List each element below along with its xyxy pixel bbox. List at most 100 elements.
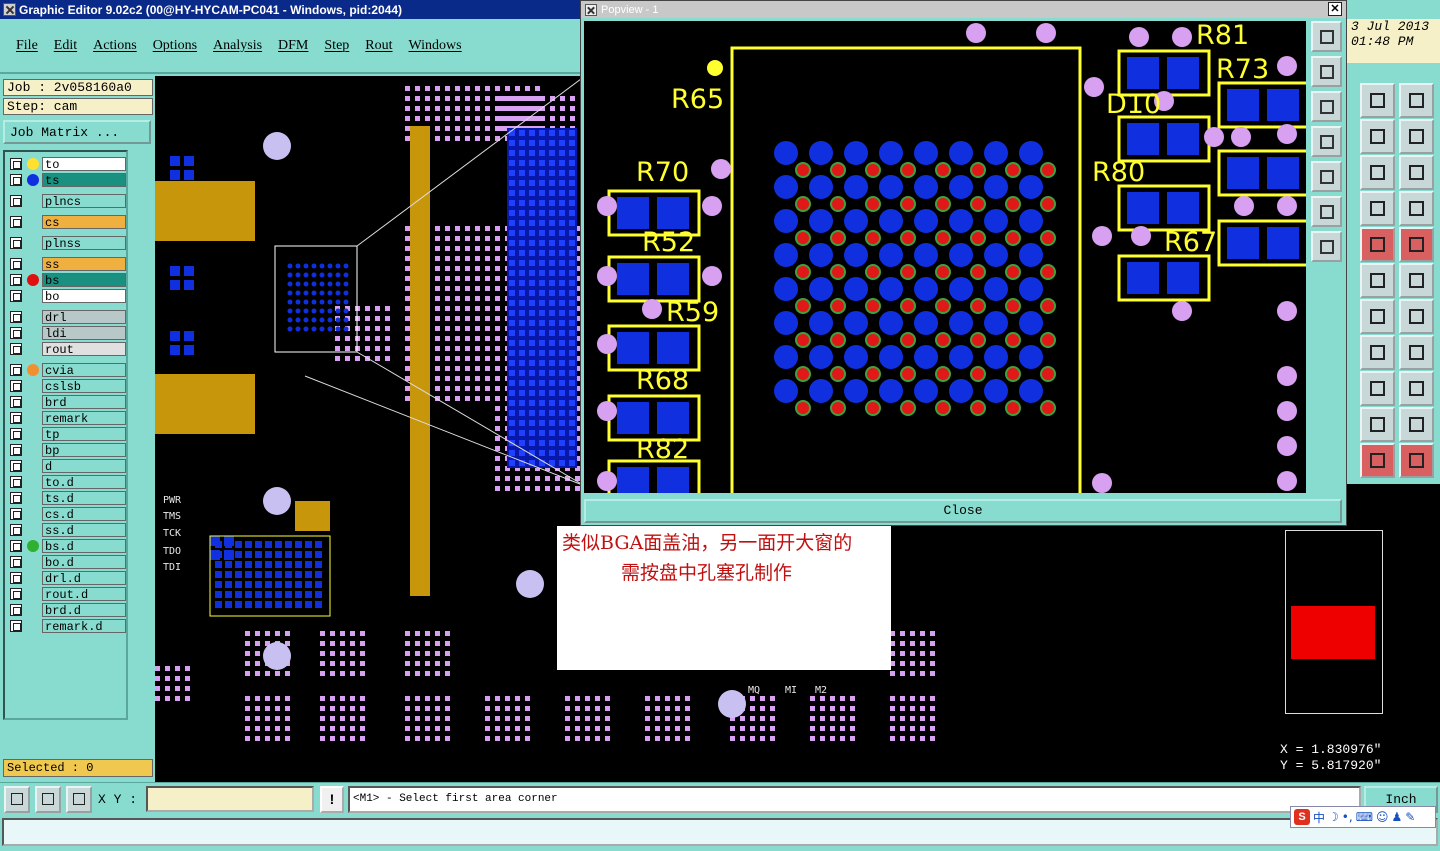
layer-checkbox[interactable] — [10, 237, 22, 249]
layer-name[interactable]: bp — [42, 443, 126, 458]
layer-checkbox[interactable] — [10, 380, 22, 392]
layer-name[interactable]: ss.d — [42, 523, 126, 538]
layer-checkbox[interactable] — [10, 311, 22, 323]
layer-checkbox[interactable] — [10, 588, 22, 600]
popview-tool-button[interactable] — [1311, 91, 1342, 122]
popview-canvas[interactable]: R81 R73 D10 R65 R70 R80 R52 R67 R59 R68 R82 — [584, 21, 1306, 493]
layer-row[interactable]: cvia — [7, 363, 127, 378]
menu-file[interactable]: File — [16, 38, 38, 54]
layer-name[interactable]: bo.d — [42, 555, 126, 570]
palette-tool-button[interactable] — [1360, 119, 1395, 154]
layer-name[interactable]: cvia — [42, 363, 126, 378]
layer-name[interactable]: brd — [42, 395, 126, 410]
layer-name[interactable]: ts.d — [42, 491, 126, 506]
layer-checkbox[interactable] — [10, 412, 22, 424]
layer-name[interactable]: brd.d — [42, 603, 126, 618]
popview-close-icon[interactable]: ✕ — [1328, 2, 1342, 16]
menu-options[interactable]: Options — [153, 38, 197, 54]
layer-checkbox[interactable] — [10, 508, 22, 520]
layer-checkbox[interactable] — [10, 327, 22, 339]
palette-tool-button[interactable] — [1360, 155, 1395, 190]
popview-tool-button[interactable] — [1311, 161, 1342, 192]
palette-tool-button[interactable] — [1399, 335, 1434, 370]
layer-name[interactable]: rout.d — [42, 587, 126, 602]
layer-row[interactable]: to — [7, 157, 127, 172]
ime-toolbar[interactable]: S 中 ☽ •, ⌨ ☺ ♟ ✎ — [1290, 806, 1436, 828]
layer-row[interactable]: ss.d — [7, 523, 127, 538]
layer-row[interactable]: tp — [7, 427, 127, 442]
layer-name[interactable]: plnss — [42, 236, 126, 251]
layer-name[interactable]: ldi — [42, 326, 126, 341]
palette-tool-button[interactable] — [1399, 83, 1434, 118]
zoom-area-button[interactable] — [4, 786, 30, 813]
title-bar[interactable]: Graphic Editor 9.02c2 (00@HY-HYCAM-PC041… — [0, 0, 580, 19]
palette-tool-button[interactable] — [1399, 299, 1434, 334]
popview-tool-button[interactable] — [1311, 231, 1342, 262]
layer-row[interactable]: cs — [7, 215, 127, 230]
layer-row[interactable]: rout.d — [7, 587, 127, 602]
popview-tool-button[interactable] — [1311, 21, 1342, 52]
layer-name[interactable]: drl — [42, 310, 126, 325]
layer-name[interactable]: tp — [42, 427, 126, 442]
palette-tool-button[interactable] — [1360, 335, 1395, 370]
minimap-viewport[interactable] — [1291, 606, 1375, 659]
layer-checkbox[interactable] — [10, 476, 22, 488]
palette-tool-button[interactable] — [1360, 443, 1395, 478]
menu-analysis[interactable]: Analysis — [213, 38, 262, 54]
palette-tool-button[interactable] — [1360, 263, 1395, 298]
layer-name[interactable]: drl.d — [42, 571, 126, 586]
minimap[interactable] — [1285, 530, 1383, 714]
layer-checkbox[interactable] — [10, 620, 22, 632]
layer-row[interactable]: ldi — [7, 326, 127, 341]
layer-name[interactable]: remark — [42, 411, 126, 426]
palette-tool-button[interactable] — [1360, 191, 1395, 226]
layer-name[interactable]: ss — [42, 257, 126, 272]
layer-row[interactable]: plnss — [7, 236, 127, 251]
palette-tool-button[interactable] — [1399, 407, 1434, 442]
popview-title-bar[interactable]: Popview - 1 ✕ — [581, 1, 1346, 18]
layer-row[interactable]: rout — [7, 342, 127, 357]
palette-tool-button[interactable] — [1399, 191, 1434, 226]
palette-tool-button[interactable] — [1399, 371, 1434, 406]
layer-row[interactable]: d — [7, 459, 127, 474]
layer-checkbox[interactable] — [10, 343, 22, 355]
layer-name[interactable]: to — [42, 157, 126, 172]
layer-row[interactable]: cslsb — [7, 379, 127, 394]
palette-tool-button[interactable] — [1399, 119, 1434, 154]
palette-tool-button[interactable] — [1399, 443, 1434, 478]
layer-checkbox[interactable] — [10, 195, 22, 207]
layer-name[interactable]: bs — [42, 273, 126, 288]
layer-checkbox[interactable] — [10, 274, 22, 286]
menu-dfm[interactable]: DFM — [278, 38, 308, 54]
layer-name[interactable]: bs.d — [42, 539, 126, 554]
layer-row[interactable]: bo.d — [7, 555, 127, 570]
menu-step[interactable]: Step — [324, 38, 349, 54]
layer-row[interactable]: bp — [7, 443, 127, 458]
layer-checkbox[interactable] — [10, 524, 22, 536]
popview-menu-icon[interactable] — [585, 3, 597, 16]
popview-tool-button[interactable] — [1311, 126, 1342, 157]
grid-button[interactable] — [66, 786, 92, 813]
palette-tool-button[interactable] — [1399, 227, 1434, 262]
palette-tool-button[interactable] — [1360, 299, 1395, 334]
layer-checkbox[interactable] — [10, 258, 22, 270]
job-matrix-button[interactable]: Job Matrix ... — [3, 120, 151, 144]
layer-name[interactable]: ts — [42, 173, 126, 188]
menu-edit[interactable]: Edit — [54, 38, 77, 54]
layer-row[interactable]: brd.d — [7, 603, 127, 618]
layer-checkbox[interactable] — [10, 444, 22, 456]
xy-input[interactable] — [146, 786, 314, 812]
layer-row[interactable]: drl — [7, 310, 127, 325]
layer-checkbox[interactable] — [10, 174, 22, 186]
layer-name[interactable]: cslsb — [42, 379, 126, 394]
palette-tool-button[interactable] — [1360, 371, 1395, 406]
layer-checkbox[interactable] — [10, 396, 22, 408]
layer-name[interactable]: bo — [42, 289, 126, 304]
layer-row[interactable]: to.d — [7, 475, 127, 490]
palette-tool-button[interactable] — [1360, 407, 1395, 442]
execute-button[interactable]: ! — [320, 786, 344, 813]
popview-tool-button[interactable] — [1311, 196, 1342, 227]
layer-row[interactable]: ts — [7, 173, 127, 188]
menu-windows[interactable]: Windows — [409, 38, 462, 54]
layer-checkbox[interactable] — [10, 540, 22, 552]
